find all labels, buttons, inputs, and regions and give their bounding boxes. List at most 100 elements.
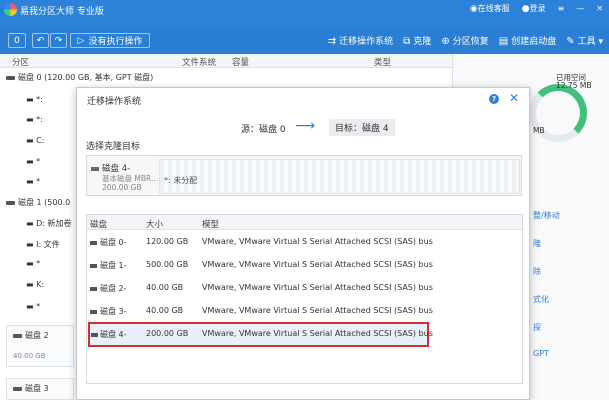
row-disk: 磁盘 2-	[100, 284, 127, 293]
target-label: 目标：磁盘 4	[329, 119, 395, 136]
col-type: 类型	[374, 58, 392, 68]
disk-3-card[interactable]: 磁盘 3	[6, 378, 74, 400]
drive-icon: ▬	[26, 136, 37, 145]
target-disk-card: 磁盘 4- 基本磁盘 MBR... 200.00 GB *: 未分配	[86, 155, 522, 196]
minimize-icon[interactable]: —	[576, 4, 584, 13]
row-disk: 磁盘 3-	[100, 307, 127, 316]
partition-recover-button[interactable]: ⊕ 分区恢复	[441, 34, 488, 47]
drive-icon: ▬	[26, 259, 37, 268]
disk-icon	[91, 333, 98, 337]
chevron-down-icon: ▾	[595, 37, 603, 47]
row-disk: 磁盘 1-	[100, 261, 127, 270]
play-icon: ▷	[77, 35, 85, 46]
migrate-icon: ⇉	[327, 36, 337, 47]
row-size: 40.00 GB	[146, 306, 184, 315]
drive-icon: ▬	[26, 177, 37, 186]
tools-button[interactable]: ✎ 工具 ▾	[566, 34, 603, 47]
row-size: 200.00 GB	[146, 329, 189, 338]
disk-icon	[91, 167, 99, 171]
row-model: VMware, VMware Virtual S Serial Attached…	[202, 237, 433, 246]
migrate-os-button[interactable]: ⇉ 迁移操作系统	[328, 34, 393, 47]
disk-select-table: 磁盘 大小 模型 磁盘 0- 120.00 GB VMware, VMware …	[86, 214, 523, 384]
online-service-button[interactable]: ◉在线客服	[470, 3, 510, 14]
disk-icon	[90, 287, 97, 291]
chat-icon: ◉	[469, 3, 478, 14]
col-filesystem: 文件系统	[182, 58, 217, 68]
dialog-header: 迁移操作系统 ? ✕	[77, 88, 529, 110]
row-size: 40.00 GB	[146, 283, 184, 292]
bootdisk-icon: ▤	[498, 36, 509, 47]
table-header: 磁盘 大小 模型	[87, 215, 522, 230]
resize-move-action[interactable]: 整/移动	[533, 210, 560, 221]
source-label: 源：磁盘 0	[241, 125, 286, 135]
undo-button[interactable]: ↶	[32, 33, 49, 48]
row-model: VMware, VMware Virtual S Serial Attached…	[202, 283, 433, 292]
col-partition: 分区	[12, 58, 30, 68]
disk-icon	[13, 333, 22, 338]
table-row[interactable]: 磁盘 0- 120.00 GB VMware, VMware Virtual S…	[87, 232, 522, 253]
menu-icon[interactable]: ≡	[558, 4, 565, 13]
pending-count-button[interactable]: 0	[8, 33, 26, 48]
disk-icon	[90, 310, 97, 314]
close-icon[interactable]: ✕	[509, 91, 519, 105]
execute-operations-label: 没有执行操作	[88, 37, 143, 47]
title-bar: 易我分区大师 专业版 ◉在线客服 ●登录 ≡ — ✕	[0, 0, 609, 27]
col-model: 模型	[202, 220, 220, 230]
col-capacity: 容量	[232, 58, 250, 68]
help-icon[interactable]: ?	[489, 94, 499, 104]
drive-icon: ▬	[26, 95, 37, 104]
undo-icon: ↶	[36, 35, 45, 46]
clone-action[interactable]: 隆	[533, 238, 541, 249]
table-row-selected[interactable]: 磁盘 4- 200.00 GB VMware, VMware Virtual S…	[88, 322, 433, 347]
drive-icon: ▬	[26, 115, 37, 124]
arrow-right-icon: ⟶	[295, 118, 316, 134]
format-action[interactable]: 式化	[533, 294, 549, 305]
dialog-title: 迁移操作系统	[87, 97, 142, 107]
source-target-indicator: 源：磁盘 0 ⟶ 目标：磁盘 4	[77, 118, 529, 138]
row-model: VMware, VMware Virtual S Serial Attached…	[202, 260, 433, 269]
app-logo-icon	[4, 3, 17, 16]
redo-button[interactable]: ↷	[50, 33, 67, 48]
login-button[interactable]: ●登录	[522, 3, 546, 14]
disk-icon	[90, 241, 97, 245]
disk-icon	[6, 75, 15, 80]
disk-row[interactable]: 磁盘 1 (500.0	[6, 197, 86, 208]
unallocated-space-bar: *: 未分配	[159, 159, 520, 194]
delete-action[interactable]: 除	[533, 266, 541, 277]
clone-icon: ⧉	[403, 36, 411, 47]
row-disk: 磁盘 4-	[100, 330, 127, 339]
used-space-value: 12.75 MB	[556, 81, 592, 90]
pie-center-label: MB	[533, 126, 545, 135]
drive-icon: ▬	[26, 280, 37, 289]
user-icon: ●	[521, 3, 530, 14]
clone-button[interactable]: ⧉ 克隆	[403, 34, 431, 47]
drive-icon: ▬	[26, 157, 37, 166]
row-size: 500.00 GB	[146, 260, 189, 269]
close-window-icon[interactable]: ✕	[596, 4, 603, 13]
explore-action[interactable]: 探	[533, 322, 541, 333]
drive-icon: ▬	[26, 240, 37, 249]
disk-2-card[interactable]: 磁盘 2 40.00 GB	[6, 325, 74, 367]
drive-icon: ▬	[26, 219, 37, 228]
execute-operations-button[interactable]: ▷ 没有执行操作	[70, 33, 150, 48]
migrate-os-dialog: 迁移操作系统 ? ✕ 源：磁盘 0 ⟶ 目标：磁盘 4 选择克隆目标 磁盘 4-…	[76, 87, 530, 400]
pending-count: 0	[14, 35, 20, 46]
col-size: 大小	[146, 220, 164, 230]
app-title: 易我分区大师 专业版	[20, 7, 104, 17]
table-row[interactable]: 磁盘 3- 40.00 GB VMware, VMware Virtual S …	[87, 301, 522, 322]
partition-list-header: 分区 文件系统 容量 类型	[0, 54, 452, 68]
drive-icon: ▬	[26, 302, 37, 311]
row-model: VMware, VMware Virtual S Serial Attached…	[202, 329, 433, 338]
col-disk: 磁盘	[90, 220, 108, 230]
redo-icon: ↷	[54, 35, 63, 46]
row-size: 120.00 GB	[146, 237, 189, 246]
row-disk: 磁盘 0-	[100, 238, 127, 247]
disk-row[interactable]: 磁盘 0 (120.00 GB, 基本, GPT 磁盘)	[6, 72, 186, 83]
gpt-action[interactable]: GPT	[533, 349, 549, 358]
table-row[interactable]: 磁盘 2- 40.00 GB VMware, VMware Virtual S …	[87, 278, 522, 299]
select-target-heading: 选择克隆目标	[86, 142, 141, 152]
create-bootdisk-button[interactable]: ▤ 创建启动盘	[499, 34, 556, 47]
unallocated-label: *: 未分配	[164, 176, 198, 185]
table-row[interactable]: 磁盘 1- 500.00 GB VMware, VMware Virtual S…	[87, 255, 522, 276]
disk-icon	[13, 386, 22, 391]
